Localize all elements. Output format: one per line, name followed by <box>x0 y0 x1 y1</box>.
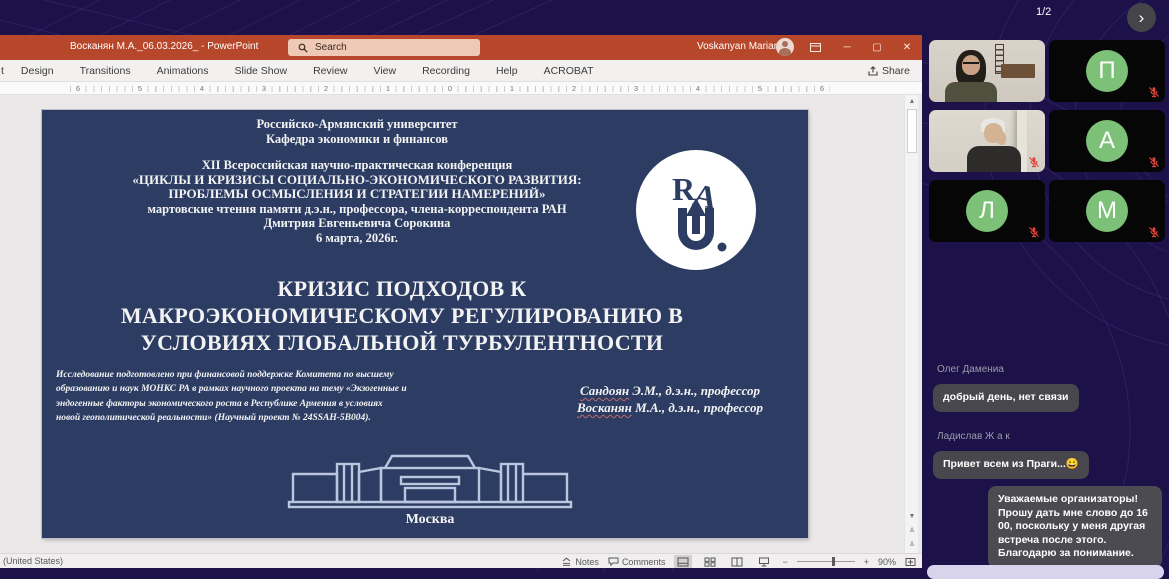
participant-video-tile[interactable] <box>929 40 1045 102</box>
zoom-out-button[interactable]: − <box>782 557 787 567</box>
maximize-button[interactable]: ▢ <box>862 35 892 60</box>
tab-transitions[interactable]: Transitions <box>67 60 144 82</box>
muted-mic-icon <box>1028 226 1040 238</box>
document-title: Восканян М.А._06.03.2026_ - PowerPoint <box>70 41 258 52</box>
search-placeholder: Search <box>315 42 347 53</box>
participant-initial: П <box>1086 50 1128 92</box>
chat-message-own: Уважаемые организаторы! Прошу дать мне с… <box>988 486 1162 568</box>
tab-design[interactable]: Design <box>8 60 67 82</box>
slide-title: КРИЗИС ПОДХОДОВ К МАКРОЭКОНОМИЧЕСКОМУ РЕ… <box>52 275 752 356</box>
funding-note: Исследование подготовлено при финансовой… <box>56 368 408 425</box>
chevron-right-icon: › <box>1139 8 1145 28</box>
fit-to-window-icon[interactable] <box>905 557 916 567</box>
participant-initial-tile[interactable]: П <box>1049 40 1165 102</box>
conference-line: мартовские чтения памяти д.э.н., професс… <box>42 202 672 217</box>
chat-message: Привет всем из Праги...😀 <box>933 451 1089 479</box>
horizontal-ruler[interactable]: 6 5 4 3 2 1 0 1 2 3 4 5 6 <box>0 82 922 95</box>
next-slide-icon[interactable]: ≚ <box>905 538 919 551</box>
tab-acrobat[interactable]: ACROBAT <box>531 60 607 82</box>
conference-line: ПРОБЛЕМЫ ОСМЫСЛЕНИЯ И СТРАТЕГИИ НАМЕРЕНИ… <box>42 187 672 202</box>
zoom-slider-thumb[interactable] <box>832 557 835 566</box>
gallery-page-indicator: 1/2 <box>1036 6 1051 18</box>
participant-initial: М <box>1086 190 1128 232</box>
muted-mic-icon <box>1148 86 1160 98</box>
chat-message: добрый день, нет связи <box>933 384 1079 412</box>
university-name: Российско-Армянский университет <box>42 117 672 132</box>
comments-button[interactable]: Comments <box>608 557 666 567</box>
close-button[interactable]: ✕ <box>892 35 922 60</box>
search-icon <box>298 43 308 53</box>
tab-review[interactable]: Review <box>300 60 360 82</box>
zoom-level[interactable]: 90% <box>878 557 896 567</box>
language-indicator[interactable]: (United States) <box>3 556 63 566</box>
tab-slide-show[interactable]: Slide Show <box>222 60 301 82</box>
share-icon <box>868 66 878 76</box>
participant-initial-tile[interactable]: А <box>1049 110 1165 172</box>
powerpoint-window: Восканян М.А._06.03.2026_ - PowerPoint S… <box>0 35 922 568</box>
slide-show-button[interactable] <box>755 555 773 568</box>
chat-input[interactable] <box>927 565 1164 579</box>
participant-initial-tile[interactable]: Л <box>929 180 1045 242</box>
authors-block: Сандоян Э.М., д.э.н., профессор Восканян… <box>542 382 798 416</box>
slide-editor-area: Российско-Армянский университет Кафедра … <box>0 95 922 553</box>
participant-initial-tile[interactable]: М <box>1049 180 1165 242</box>
scroll-up-icon[interactable]: ▲ <box>905 95 919 108</box>
search-input[interactable]: Search <box>288 39 480 56</box>
slide-sorter-icon <box>704 557 716 567</box>
scrollbar-thumb[interactable] <box>907 109 917 153</box>
conference-line: «ЦИКЛЫ И КРИЗИСЫ СОЦИАЛЬНО-ЭКОНОМИЧЕСКОГ… <box>42 173 672 188</box>
city-label: Москва <box>285 512 575 528</box>
participant-video-tile[interactable] <box>929 110 1045 172</box>
conference-date: 6 марта, 2026г. <box>42 231 672 246</box>
reading-view-button[interactable] <box>728 555 746 568</box>
building-graphic: Москва <box>285 444 575 528</box>
reading-view-icon <box>731 557 743 567</box>
participant-initial: Л <box>966 190 1008 232</box>
author-line: Сандоян Э.М., д.э.н., профессор <box>542 382 798 399</box>
tab-insert-partial[interactable]: t <box>0 60 8 82</box>
comments-icon <box>608 557 619 566</box>
author-line: Восканян М.А., д.э.н., профессор <box>542 399 798 416</box>
chat-sender: Ладислав Ж а к <box>937 431 1010 442</box>
chat-sender: Олег Дамениа <box>937 364 1004 375</box>
conference-line: XII Всероссийская научно-практическая ко… <box>42 158 672 173</box>
tab-help[interactable]: Help <box>483 60 531 82</box>
previous-slide-icon[interactable]: ≙ <box>905 524 919 537</box>
participant-initial: А <box>1086 120 1128 162</box>
slide-sorter-view-button[interactable] <box>701 555 719 568</box>
zoom-slider[interactable] <box>797 561 855 562</box>
normal-view-button[interactable] <box>674 555 692 568</box>
title-bar: Восканян М.А._06.03.2026_ - PowerPoint S… <box>0 35 922 60</box>
conference-line: Дмитрия Евгеньевича Сорокина <box>42 216 672 231</box>
muted-mic-icon <box>1028 156 1040 168</box>
slide-show-icon <box>758 557 770 567</box>
account-name[interactable]: Voskanyan Mariam <box>697 41 782 52</box>
tab-animations[interactable]: Animations <box>144 60 222 82</box>
rau-logo: R A <box>636 150 756 270</box>
tab-view[interactable]: View <box>361 60 410 82</box>
status-bar: (United States) Notes Comments <box>0 553 922 568</box>
slide-header-block: Российско-Армянский университет Кафедра … <box>42 117 672 245</box>
notes-button[interactable]: Notes <box>561 557 599 567</box>
minimize-button[interactable]: ─ <box>832 35 862 60</box>
ribbon-tab-bar: t Design Transitions Animations Slide Sh… <box>0 60 922 82</box>
muted-mic-icon <box>1148 226 1160 238</box>
muted-mic-icon <box>1148 156 1160 168</box>
ribbon-display-options-button[interactable] <box>800 35 830 60</box>
account-avatar[interactable] <box>776 38 794 56</box>
department-name: Кафедра экономики и финансов <box>42 132 672 147</box>
next-page-button[interactable]: › <box>1127 3 1156 32</box>
zoom-in-button[interactable]: + <box>864 557 869 567</box>
vertical-scrollbar[interactable]: ▲ ▼ ≙ ≚ <box>904 95 918 553</box>
normal-view-icon <box>677 557 689 567</box>
notes-icon <box>561 557 572 566</box>
scroll-down-icon[interactable]: ▼ <box>905 510 919 523</box>
meeting-panel: 1/2 › П <box>922 0 1169 573</box>
tab-recording[interactable]: Recording <box>409 60 483 82</box>
share-button[interactable]: Share <box>868 60 910 82</box>
slide-canvas[interactable]: Российско-Армянский университет Кафедра … <box>42 110 808 538</box>
